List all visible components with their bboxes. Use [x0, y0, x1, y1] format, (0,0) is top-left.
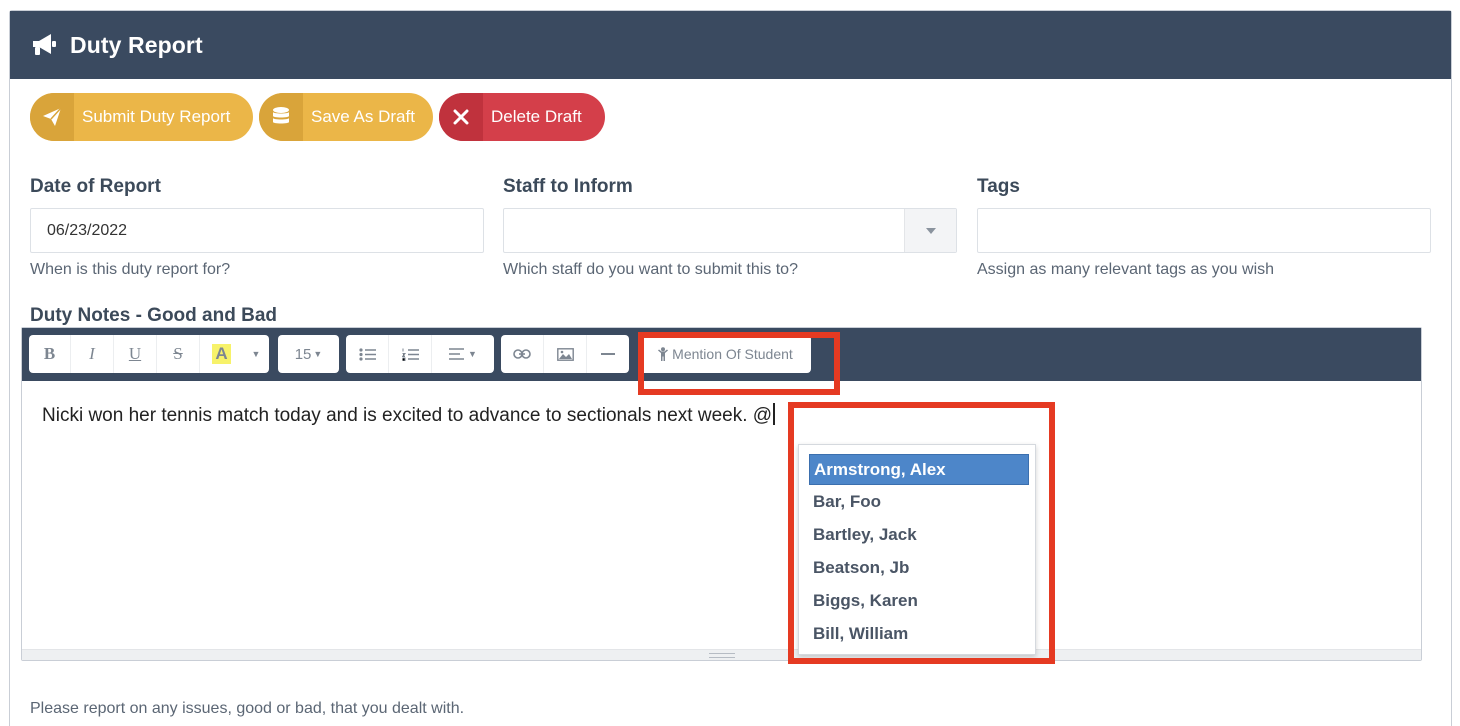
- font-size-value: 15: [294, 345, 312, 363]
- italic-button[interactable]: I: [71, 335, 114, 373]
- horizontal-rule-icon: [601, 353, 615, 355]
- align-button[interactable]: ▼: [432, 335, 494, 373]
- date-label: Date of Report: [30, 176, 161, 197]
- bulleted-list-icon: [358, 347, 376, 361]
- editor-resize-bar[interactable]: [22, 649, 1421, 660]
- image-icon: [556, 347, 574, 361]
- save-label: Save As Draft: [311, 107, 415, 126]
- delete-draft-button[interactable]: Delete Draft: [439, 93, 605, 141]
- chevron-down-icon: ▼: [313, 349, 323, 359]
- text-style-group: B I U S A ▼: [29, 335, 269, 373]
- staff-dropdown-toggle[interactable]: [904, 209, 956, 252]
- megaphone-icon: [30, 32, 58, 58]
- chevron-down-icon: ▼: [468, 349, 477, 359]
- tags-help: Assign as many relevant tags as you wish: [977, 261, 1275, 278]
- date-value: 06/23/2022: [47, 221, 128, 239]
- date-input[interactable]: 06/23/2022: [30, 208, 484, 253]
- link-icon: [513, 349, 531, 359]
- staff-select[interactable]: [503, 208, 957, 253]
- suggestions-highlight: [788, 402, 1055, 664]
- insert-image-button[interactable]: [544, 335, 587, 373]
- align-left-icon: [449, 348, 465, 360]
- submit-duty-report-button[interactable]: Submit Duty Report: [30, 93, 253, 141]
- tags-input[interactable]: [977, 208, 1431, 253]
- underline-button[interactable]: U: [114, 335, 157, 373]
- delete-label: Delete Draft: [491, 107, 582, 126]
- horizontal-rule-button[interactable]: [587, 335, 629, 373]
- page-title: Duty Report: [70, 31, 203, 58]
- bulleted-list-button[interactable]: [346, 335, 389, 373]
- submit-label: Submit Duty Report: [82, 107, 231, 126]
- notes-content[interactable]: Nicki won her tennis match today and is …: [42, 403, 775, 427]
- list-group: ▼: [346, 335, 494, 373]
- numbered-list-button[interactable]: [389, 335, 432, 373]
- font-size-select[interactable]: 15 ▼: [278, 335, 339, 373]
- panel-header: Duty Report: [10, 11, 1451, 79]
- bold-button[interactable]: B: [29, 335, 71, 373]
- staff-help: Which staff do you want to submit this t…: [503, 261, 798, 278]
- close-icon: [439, 93, 483, 141]
- text-caret: [773, 403, 775, 425]
- notes-text: Nicki won her tennis match today and is …: [42, 405, 773, 426]
- paper-plane-icon: [30, 93, 74, 141]
- date-help: When is this duty report for?: [30, 261, 231, 278]
- color-dropdown-caret[interactable]: ▼: [243, 335, 269, 373]
- text-color-button[interactable]: A: [200, 335, 243, 373]
- mention-button-highlight: [638, 332, 840, 395]
- save-as-draft-button[interactable]: Save As Draft: [259, 93, 433, 141]
- resize-grip-icon: [708, 653, 735, 658]
- numbered-list-icon: [401, 348, 419, 361]
- chevron-down-icon: [925, 227, 936, 234]
- staff-label: Staff to Inform: [503, 176, 633, 197]
- insert-link-button[interactable]: [501, 335, 544, 373]
- database-icon: [259, 93, 303, 141]
- strikethrough-button[interactable]: S: [157, 335, 200, 373]
- highlight-color-icon: A: [212, 344, 231, 364]
- notes-help: Please report on any issues, good or bad…: [30, 700, 465, 717]
- tags-label: Tags: [977, 176, 1020, 197]
- insert-group: [501, 335, 629, 373]
- notes-label: Duty Notes - Good and Bad: [30, 305, 277, 326]
- font-size-group: 15 ▼: [278, 335, 339, 373]
